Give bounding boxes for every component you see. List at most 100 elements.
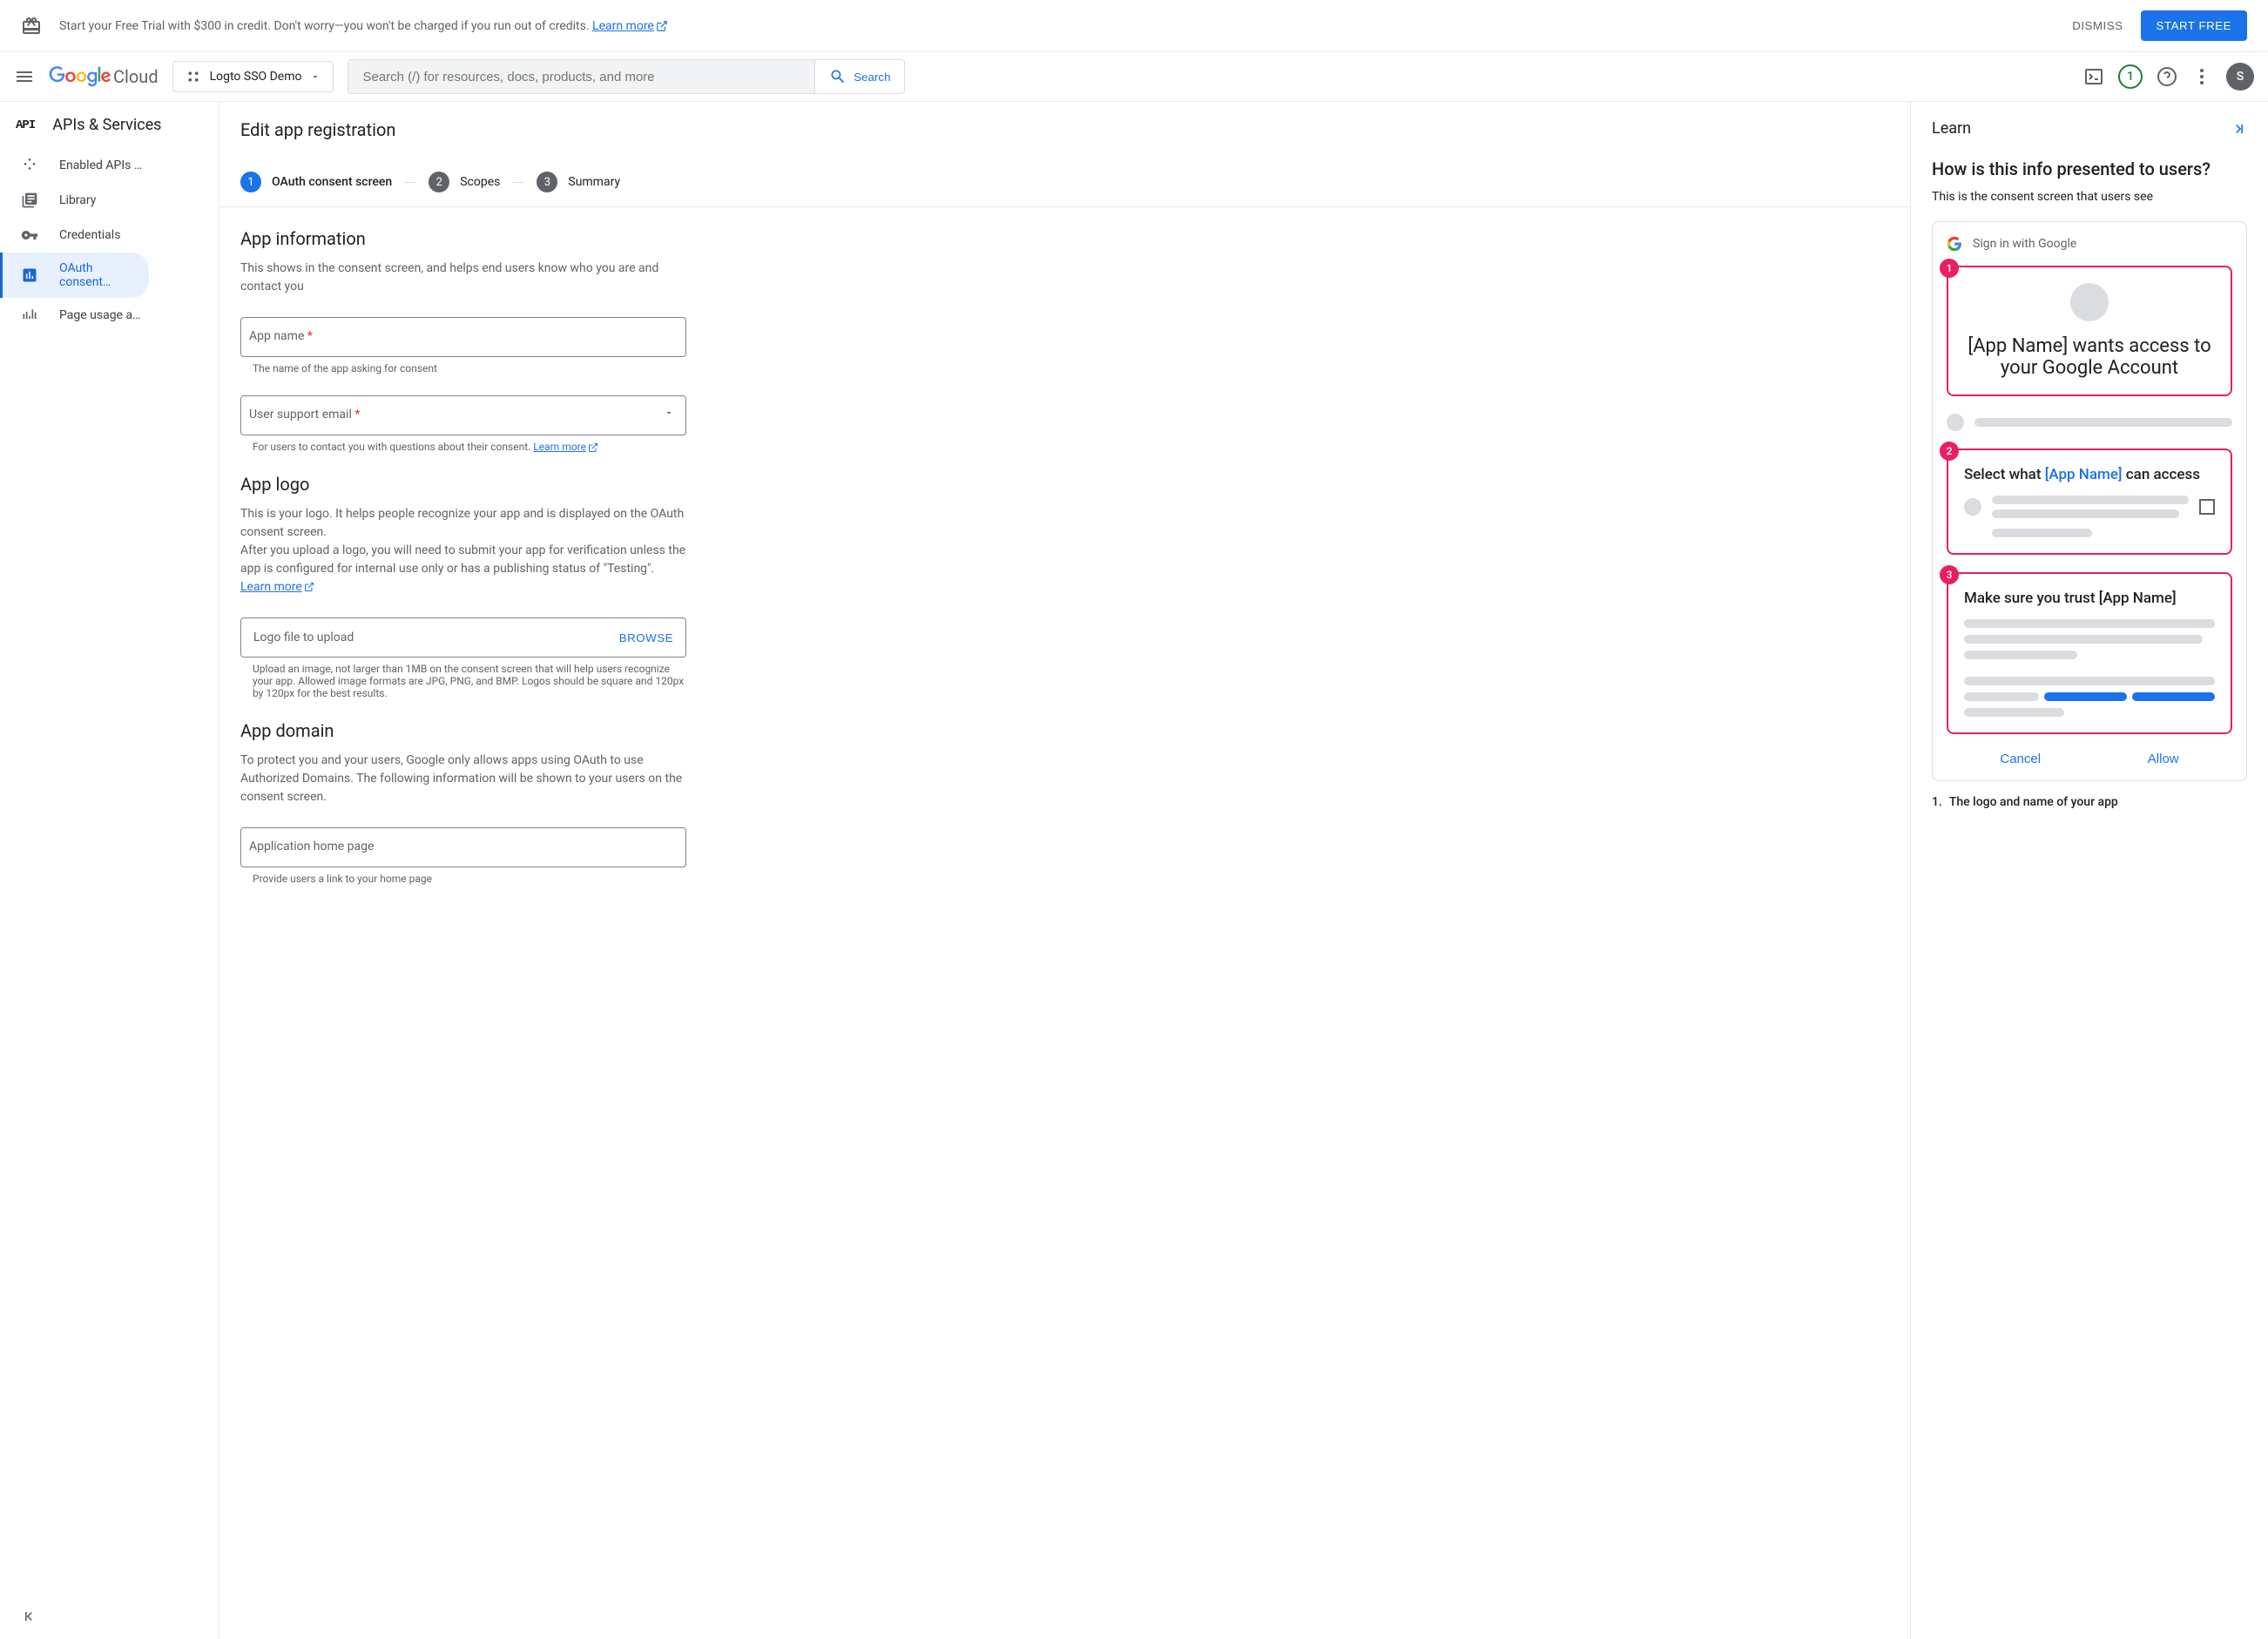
sidebar-item-label: Library bbox=[59, 193, 96, 207]
placeholder-bar bbox=[1964, 692, 2039, 701]
preview-badge-2: 2 bbox=[1940, 442, 1959, 461]
placeholder-blue-bar bbox=[2132, 692, 2215, 701]
search-button[interactable]: Search bbox=[815, 59, 905, 94]
app-logo-learn-more-link[interactable]: Learn more bbox=[240, 580, 314, 594]
header: Cloud Logto SSO Demo Search 1 S bbox=[0, 52, 2268, 102]
content-main: Edit app registration 1 OAuth consent sc… bbox=[219, 102, 1911, 1639]
google-g-icon bbox=[1947, 236, 1962, 252]
stepper: 1 OAuth consent screen 2 Scopes 3 Summar… bbox=[219, 158, 1910, 207]
step-2[interactable]: 2 Scopes bbox=[429, 172, 500, 192]
sidebar-item-oauth-consent[interactable]: OAuth consent… bbox=[0, 253, 149, 298]
more-icon[interactable] bbox=[2191, 66, 2212, 87]
app-info-desc: This shows in the consent screen, and he… bbox=[240, 260, 686, 296]
usage-icon bbox=[21, 307, 38, 324]
preview-app-logo-placeholder bbox=[2070, 283, 2109, 321]
support-email-learn-more-link[interactable]: Learn more bbox=[533, 441, 598, 453]
banner-text: Start your Free Trial with $300 in credi… bbox=[59, 19, 2072, 33]
cloud-shell-icon[interactable] bbox=[2083, 66, 2104, 87]
google-cloud-logo[interactable]: Cloud bbox=[49, 66, 159, 87]
page-title: Edit app registration bbox=[240, 119, 1889, 140]
logo-upload-help: Upload an image, not larger than 1MB on … bbox=[240, 663, 686, 699]
preview-1-title: [App Name] wants access to your Google A… bbox=[1964, 335, 2215, 379]
sidebar-item-page-usage[interactable]: Page usage a… bbox=[0, 298, 219, 333]
placeholder-bar bbox=[1992, 529, 2092, 537]
key-icon bbox=[21, 226, 38, 244]
gift-icon bbox=[21, 16, 42, 37]
placeholder-bar bbox=[1964, 619, 2215, 628]
learn-desc: This is the consent screen that users se… bbox=[1932, 190, 2247, 204]
sidebar-item-credentials[interactable]: Credentials bbox=[0, 218, 219, 253]
sidebar-item-label: OAuth consent… bbox=[59, 261, 135, 289]
start-free-button[interactable]: START FREE bbox=[2141, 10, 2247, 41]
sidebar-item-label: Credentials bbox=[59, 228, 120, 242]
learn-heading: How is this info presented to users? bbox=[1932, 159, 2247, 179]
preview-cancel-button: Cancel bbox=[2000, 752, 2041, 766]
project-name: Logto SSO Demo bbox=[210, 70, 302, 84]
banner-learn-more-link[interactable]: Learn more bbox=[592, 19, 668, 33]
placeholder-blue-bar bbox=[2044, 692, 2127, 701]
collapse-panel-icon[interactable] bbox=[2230, 120, 2247, 138]
sidebar-item-enabled-apis[interactable]: Enabled APIs … bbox=[0, 148, 219, 183]
sidebar-item-label: Enabled APIs … bbox=[59, 159, 142, 172]
learn-list-item-1: 1. The logo and name of your app bbox=[1932, 795, 2247, 809]
sidebar-item-library[interactable]: Library bbox=[0, 183, 219, 218]
api-icon: API bbox=[16, 118, 35, 132]
step-3[interactable]: 3 Summary bbox=[537, 172, 620, 192]
home-page-input[interactable] bbox=[240, 827, 686, 867]
avatar[interactable]: S bbox=[2226, 63, 2254, 91]
home-page-help: Provide users a link to your home page bbox=[240, 873, 686, 885]
consent-preview: Sign in with Google 1 [App Name] wants a… bbox=[1932, 221, 2247, 781]
step-1[interactable]: 1 OAuth consent screen bbox=[240, 172, 392, 192]
placeholder-bar bbox=[1992, 509, 2179, 518]
free-trial-badge[interactable]: 1 bbox=[2118, 64, 2143, 89]
placeholder-bar bbox=[1992, 496, 2189, 504]
preview-badge-1: 1 bbox=[1940, 259, 1959, 278]
search-container: Search bbox=[348, 59, 905, 94]
preview-box-2: 2 Select what [App Name] can access bbox=[1947, 449, 2232, 555]
search-input[interactable] bbox=[362, 70, 800, 84]
preview-box-1: 1 [App Name] wants access to your Google… bbox=[1947, 266, 2232, 396]
learn-panel: Learn How is this info presented to user… bbox=[1911, 102, 2268, 1639]
preview-3-title: Make sure you trust [App Name] bbox=[1964, 590, 2215, 607]
dismiss-button[interactable]: DISMISS bbox=[2072, 19, 2123, 32]
project-icon bbox=[186, 69, 201, 84]
learn-title: Learn bbox=[1932, 119, 1971, 138]
app-domain-desc: To protect you and your users, Google on… bbox=[240, 752, 686, 806]
preview-box-3: 3 Make sure you trust [App Name] bbox=[1947, 572, 2232, 734]
chevron-down-icon bbox=[310, 71, 321, 82]
app-name-input[interactable] bbox=[240, 317, 686, 357]
placeholder-bar bbox=[1964, 708, 2064, 717]
placeholder-bar bbox=[1974, 418, 2232, 427]
app-logo-title: App logo bbox=[240, 474, 686, 495]
preview-2-title: Select what [App Name] can access bbox=[1964, 466, 2215, 483]
step-separator bbox=[404, 182, 416, 183]
search-icon bbox=[829, 68, 847, 85]
project-selector[interactable]: Logto SSO Demo bbox=[172, 61, 334, 92]
preview-badge-3: 3 bbox=[1940, 565, 1959, 584]
placeholder-bar bbox=[1964, 635, 2203, 644]
step-1-number: 1 bbox=[240, 172, 261, 192]
enabled-apis-icon bbox=[21, 157, 38, 174]
google-logo bbox=[49, 66, 111, 87]
collapse-sidebar-icon[interactable] bbox=[21, 1608, 38, 1625]
logo-upload-label: Logo file to upload bbox=[253, 631, 619, 644]
help-icon[interactable] bbox=[2157, 66, 2177, 87]
app-name-help: The name of the app asking for consent bbox=[240, 362, 686, 374]
consent-icon bbox=[21, 266, 38, 284]
app-info-title: App information bbox=[240, 228, 686, 249]
placeholder-checkbox bbox=[2199, 499, 2215, 515]
step-3-number: 3 bbox=[537, 172, 557, 192]
app-domain-title: App domain bbox=[240, 720, 686, 741]
menu-icon[interactable] bbox=[14, 66, 35, 87]
library-icon bbox=[21, 192, 38, 209]
placeholder-bar bbox=[1964, 677, 2215, 685]
preview-allow-button: Allow bbox=[2148, 752, 2179, 766]
step-separator bbox=[512, 182, 524, 183]
placeholder-circle bbox=[1964, 498, 1981, 516]
browse-button[interactable]: BROWSE bbox=[619, 631, 673, 644]
sidebar-item-label: Page usage a… bbox=[59, 308, 140, 322]
step-2-number: 2 bbox=[429, 172, 449, 192]
logo-upload-field[interactable]: Logo file to upload BROWSE bbox=[240, 617, 686, 658]
sidebar: API APIs & Services Enabled APIs … Libra… bbox=[0, 102, 219, 1639]
support-email-select[interactable] bbox=[240, 395, 686, 435]
